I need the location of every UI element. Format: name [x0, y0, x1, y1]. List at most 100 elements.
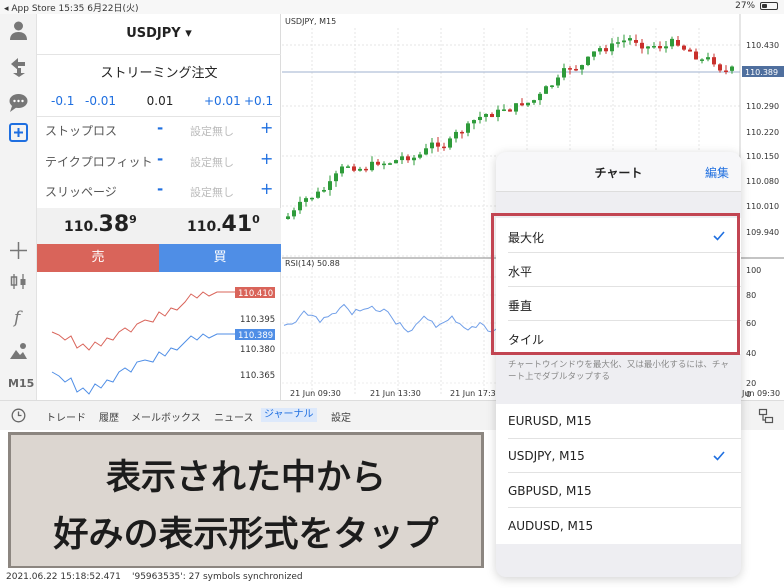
- candle-body: [520, 103, 524, 106]
- candle-body: [706, 57, 710, 60]
- tab-trade[interactable]: トレード: [46, 409, 86, 424]
- tab-history[interactable]: 履歴: [99, 409, 119, 424]
- candle-body: [484, 113, 488, 117]
- candles-icon[interactable]: [8, 271, 29, 292]
- chart-symbol-list: EURUSD, M15 USDJPY, M15 GBPUSD, M15 AUDU…: [496, 404, 741, 544]
- timeframe-button[interactable]: M15: [8, 377, 34, 390]
- candle-body: [640, 42, 644, 49]
- candle-body: [382, 163, 386, 166]
- buy-button[interactable]: 買: [159, 244, 281, 272]
- candle-body: [664, 46, 668, 49]
- account-icon[interactable]: [8, 20, 29, 41]
- candle-body: [718, 64, 722, 71]
- candle-body: [598, 48, 602, 52]
- candle-body: [352, 166, 356, 171]
- candle-body: [292, 210, 296, 217]
- mini-price-tick: 110.380: [240, 345, 275, 355]
- candle-body: [592, 51, 596, 57]
- option-horizontal[interactable]: 水平: [508, 263, 532, 280]
- price-tick-label: 110.290: [746, 102, 779, 111]
- take-profit-minus[interactable]: -: [157, 150, 163, 168]
- candle-body: [502, 109, 506, 111]
- rsi-label: RSI(14) 50.88: [285, 259, 340, 268]
- new-order-icon[interactable]: [8, 122, 29, 143]
- candle-body: [466, 123, 470, 133]
- volume-minus-001[interactable]: -0.01: [85, 94, 116, 108]
- chat-icon[interactable]: [8, 92, 29, 113]
- candle-body: [322, 189, 326, 192]
- tab-mailbox[interactable]: メールボックス: [131, 409, 201, 424]
- layout-icon[interactable]: [758, 408, 774, 424]
- volume-value[interactable]: 0.01: [145, 94, 175, 108]
- candle-body: [286, 216, 290, 219]
- price-tick-label: 109.940: [746, 228, 779, 237]
- stop-loss-value[interactable]: 設定無し: [190, 123, 234, 139]
- candle-body: [568, 68, 572, 70]
- candle-body: [574, 68, 578, 71]
- option-vertical[interactable]: 垂直: [508, 297, 532, 314]
- candle-body: [364, 168, 368, 171]
- tab-journal[interactable]: ジャーナル: [261, 408, 317, 422]
- edit-button[interactable]: 編集: [705, 164, 729, 181]
- candle-body: [628, 38, 632, 41]
- slippage-minus[interactable]: -: [157, 180, 163, 198]
- price-tick-label: 110.010: [746, 202, 779, 211]
- download-icon[interactable]: [8, 56, 29, 77]
- candle-body: [304, 198, 308, 202]
- candle-body: [682, 45, 686, 50]
- mini-price-ask: 110.410: [238, 289, 273, 299]
- instruction-callout: 表示された中から 好みの表示形式をタップ: [8, 432, 484, 569]
- stop-loss-minus[interactable]: -: [157, 119, 163, 137]
- candle-body: [700, 59, 704, 61]
- time-tick-label: Jun 09:30: [741, 389, 780, 398]
- candle-body: [346, 166, 350, 168]
- take-profit-plus[interactable]: +: [260, 149, 273, 168]
- candle-body: [418, 154, 422, 158]
- price-tick-label: 110.080: [746, 177, 779, 186]
- option-tile[interactable]: タイル: [508, 331, 544, 348]
- rsi-tick-label: 20: [746, 379, 756, 388]
- option-maximize[interactable]: 最大化: [508, 229, 544, 246]
- chart-item-audusd[interactable]: AUDUSD, M15: [508, 519, 593, 533]
- chart-item-usdjpy[interactable]: USDJPY, M15: [508, 449, 585, 463]
- candle-body: [694, 51, 698, 60]
- candle-body: [634, 40, 638, 43]
- candle-body: [724, 70, 728, 73]
- candle-body: [646, 46, 650, 49]
- candle-body: [658, 46, 662, 49]
- volume-plus-001[interactable]: +0.01: [204, 94, 241, 108]
- candle-body: [388, 163, 392, 165]
- clock-icon[interactable]: [11, 408, 26, 423]
- indicator-icon[interactable]: f: [8, 306, 29, 327]
- rsi-tick-label: 80: [746, 291, 756, 300]
- status-left: ◂ App Store 15:35 6月22日(火): [4, 4, 139, 14]
- candle-body: [544, 86, 548, 94]
- symbol-selector[interactable]: USDJPY ▾: [37, 26, 281, 41]
- crosshair-icon[interactable]: [8, 240, 29, 261]
- mini-price-tick: 110.395: [240, 315, 275, 325]
- current-price-text: 110.389: [745, 68, 778, 77]
- chart-item-eurusd[interactable]: EURUSD, M15: [508, 414, 592, 428]
- candle-body: [616, 42, 620, 44]
- left-toolbar: f M15: [0, 14, 37, 400]
- take-profit-value[interactable]: 設定無し: [190, 154, 234, 170]
- svg-text:f: f: [12, 308, 23, 327]
- candle-body: [472, 120, 476, 124]
- tab-news[interactable]: ニュース: [214, 409, 254, 424]
- candle-body: [538, 93, 542, 101]
- tab-settings[interactable]: 設定: [331, 409, 351, 424]
- rsi-tick-label: 60: [746, 319, 756, 328]
- candle-body: [556, 77, 560, 86]
- sell-button[interactable]: 売: [37, 244, 159, 272]
- time-tick-label: 21 Jun 17:30: [450, 389, 501, 398]
- volume-minus-01[interactable]: -0.1: [51, 94, 74, 108]
- volume-plus-01[interactable]: +0.1: [244, 94, 273, 108]
- candle-body: [340, 166, 344, 174]
- slippage-value[interactable]: 設定無し: [190, 184, 234, 200]
- objects-icon[interactable]: [8, 341, 29, 362]
- stop-loss-plus[interactable]: +: [260, 118, 273, 137]
- slippage-plus[interactable]: +: [260, 179, 273, 198]
- candle-body: [454, 131, 458, 139]
- battery-icon: [760, 1, 778, 10]
- chart-item-gbpusd[interactable]: GBPUSD, M15: [508, 484, 592, 498]
